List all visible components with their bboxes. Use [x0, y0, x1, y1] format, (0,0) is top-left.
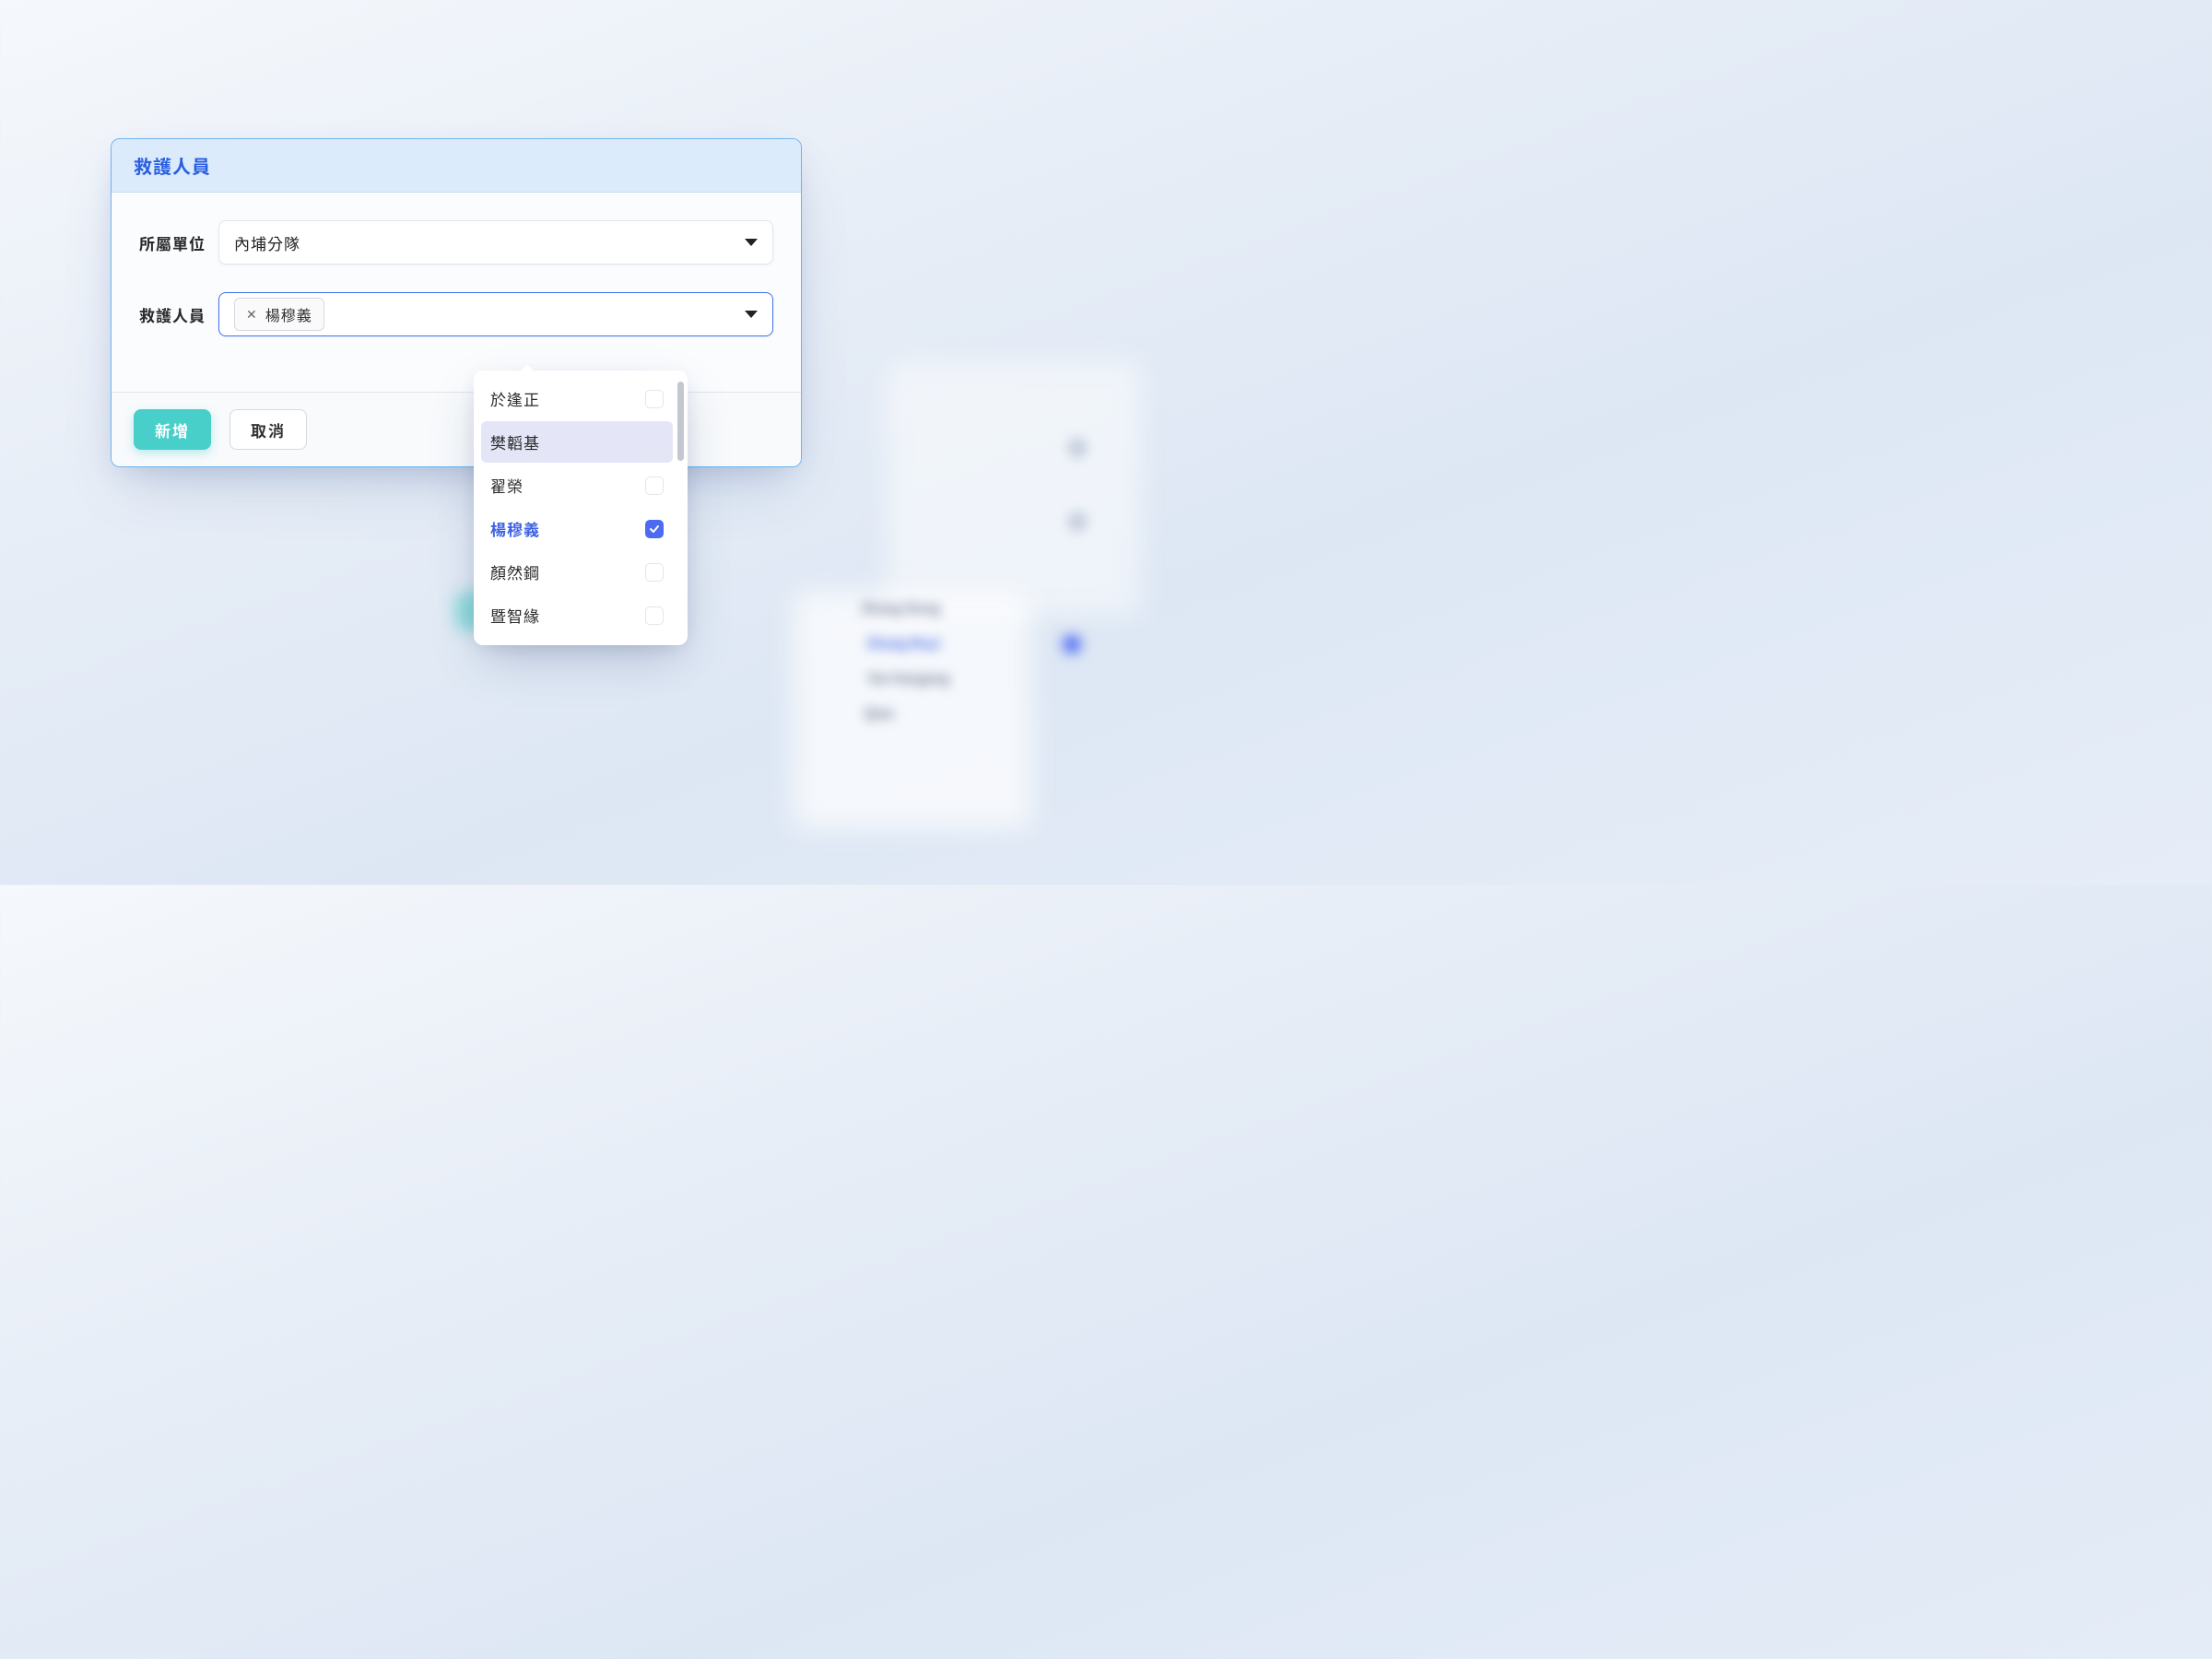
modal-header: 救護人員 [112, 139, 801, 193]
dropdown-item-label: 暨智緣 [490, 604, 540, 627]
personnel-dropdown: 於逢正樊韜基翟榮楊穆義顏然鋼暨智緣 [474, 371, 688, 645]
add-button[interactable]: 新增 [134, 409, 211, 450]
dropdown-item-label: 翟榮 [490, 474, 524, 497]
dropdown-item[interactable]: 顏然鋼 [481, 551, 673, 593]
background-text-blur: Zhang Muyi [867, 634, 940, 653]
unit-select[interactable]: 內埔分隊 [218, 220, 773, 265]
modal-title: 救護人員 [134, 152, 779, 179]
dropdown-item-label: 楊穆義 [490, 517, 540, 540]
checkbox-icon[interactable] [645, 477, 664, 495]
chip-remove-icon[interactable]: ✕ [246, 305, 258, 324]
cancel-button[interactable]: 取消 [229, 409, 307, 450]
personnel-modal: 救護人員 所屬單位 內埔分隊 救護人員 ✕ 楊穆義 新增 取消 [111, 138, 802, 467]
caret-down-icon [745, 239, 758, 246]
dropdown-scroll[interactable]: 於逢正樊韜基翟榮楊穆義顏然鋼暨智緣 [481, 378, 684, 638]
dropdown-item-label: 顏然鋼 [490, 560, 540, 583]
add-button-label: 新增 [155, 418, 190, 441]
modal-body: 所屬單位 內埔分隊 救護人員 ✕ 楊穆義 [112, 193, 801, 392]
caret-down-icon [745, 311, 758, 318]
background-dot [1067, 512, 1088, 532]
dropdown-item[interactable]: 暨智緣 [481, 594, 673, 636]
personnel-multiselect[interactable]: ✕ 楊穆義 [218, 292, 773, 336]
personnel-chip[interactable]: ✕ 楊穆義 [234, 298, 324, 331]
personnel-label: 救護人員 [139, 303, 218, 326]
dropdown-item[interactable]: 楊穆義 [481, 508, 673, 549]
background-panel-blur [885, 359, 1143, 618]
chip-label: 楊穆義 [265, 303, 312, 325]
checkbox-icon[interactable] [645, 433, 664, 452]
background-text-blur: Qian [865, 704, 894, 723]
background-text-blur: Yan Hangang [867, 669, 949, 688]
background-dot [1067, 438, 1088, 458]
cancel-button-label: 取消 [251, 418, 286, 441]
background-check-blur [1064, 636, 1080, 653]
personnel-row: 救護人員 ✕ 楊穆義 [139, 292, 773, 336]
dropdown-item-label: 樊韜基 [490, 430, 540, 453]
checkbox-icon[interactable] [645, 390, 664, 408]
dropdown-item[interactable]: 於逢正 [481, 378, 673, 419]
background-text-blur: Zhang Xiong [862, 599, 940, 618]
checkbox-checked-icon[interactable] [645, 520, 664, 538]
checkbox-icon[interactable] [645, 606, 664, 625]
background-panel-blur-2 [793, 590, 1032, 830]
unit-label: 所屬單位 [139, 231, 218, 254]
scrollbar-thumb[interactable] [677, 382, 684, 461]
checkbox-icon[interactable] [645, 563, 664, 582]
unit-select-value: 內埔分隊 [234, 231, 300, 254]
dropdown-item-label: 於逢正 [490, 387, 540, 410]
modal-footer: 新增 取消 [112, 392, 801, 466]
unit-row: 所屬單位 內埔分隊 [139, 220, 773, 265]
dropdown-item[interactable]: 翟榮 [481, 465, 673, 506]
dropdown-item[interactable]: 樊韜基 [481, 421, 673, 463]
